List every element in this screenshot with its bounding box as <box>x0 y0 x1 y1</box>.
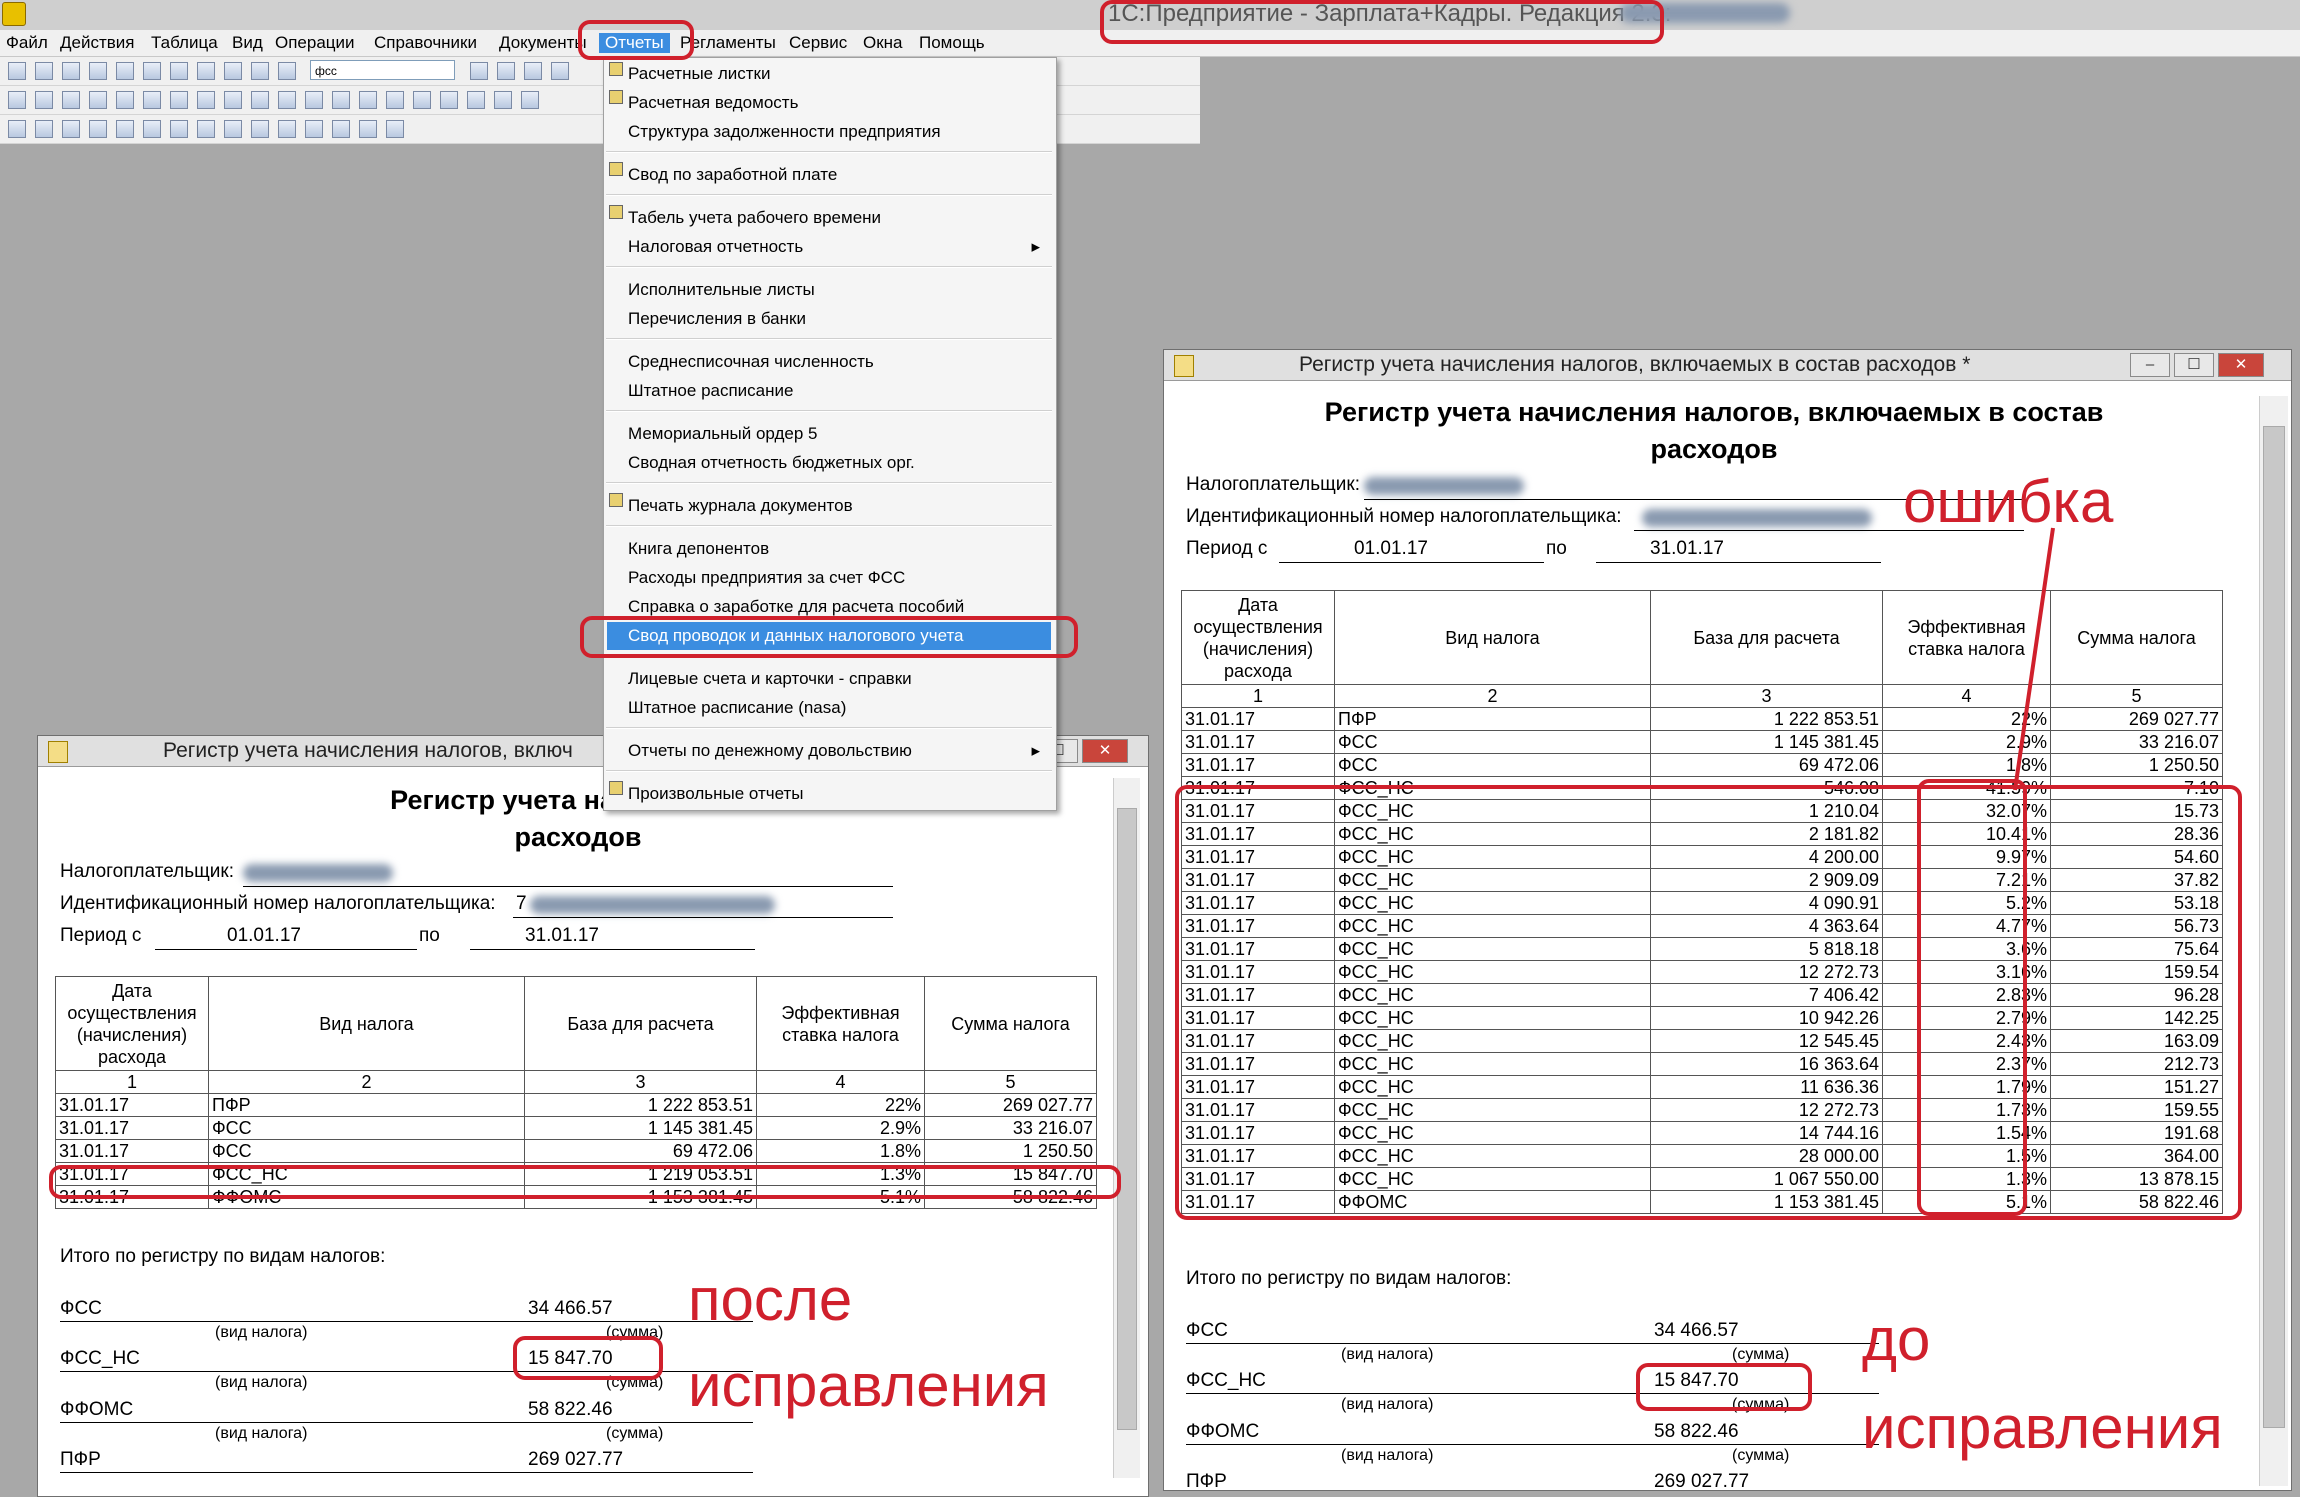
annotation-after-line2: исправления <box>688 1352 1049 1419</box>
annotation-before-line1: до <box>1862 1306 1931 1373</box>
annotation-error: ошибка <box>1903 468 2114 535</box>
error-pointer-line <box>2013 527 2055 791</box>
annotation-arrow-svg <box>2013 527 2055 791</box>
annotation-after-line1: после <box>688 1266 853 1333</box>
annotation-before-line2: исправления <box>1862 1394 2223 1461</box>
